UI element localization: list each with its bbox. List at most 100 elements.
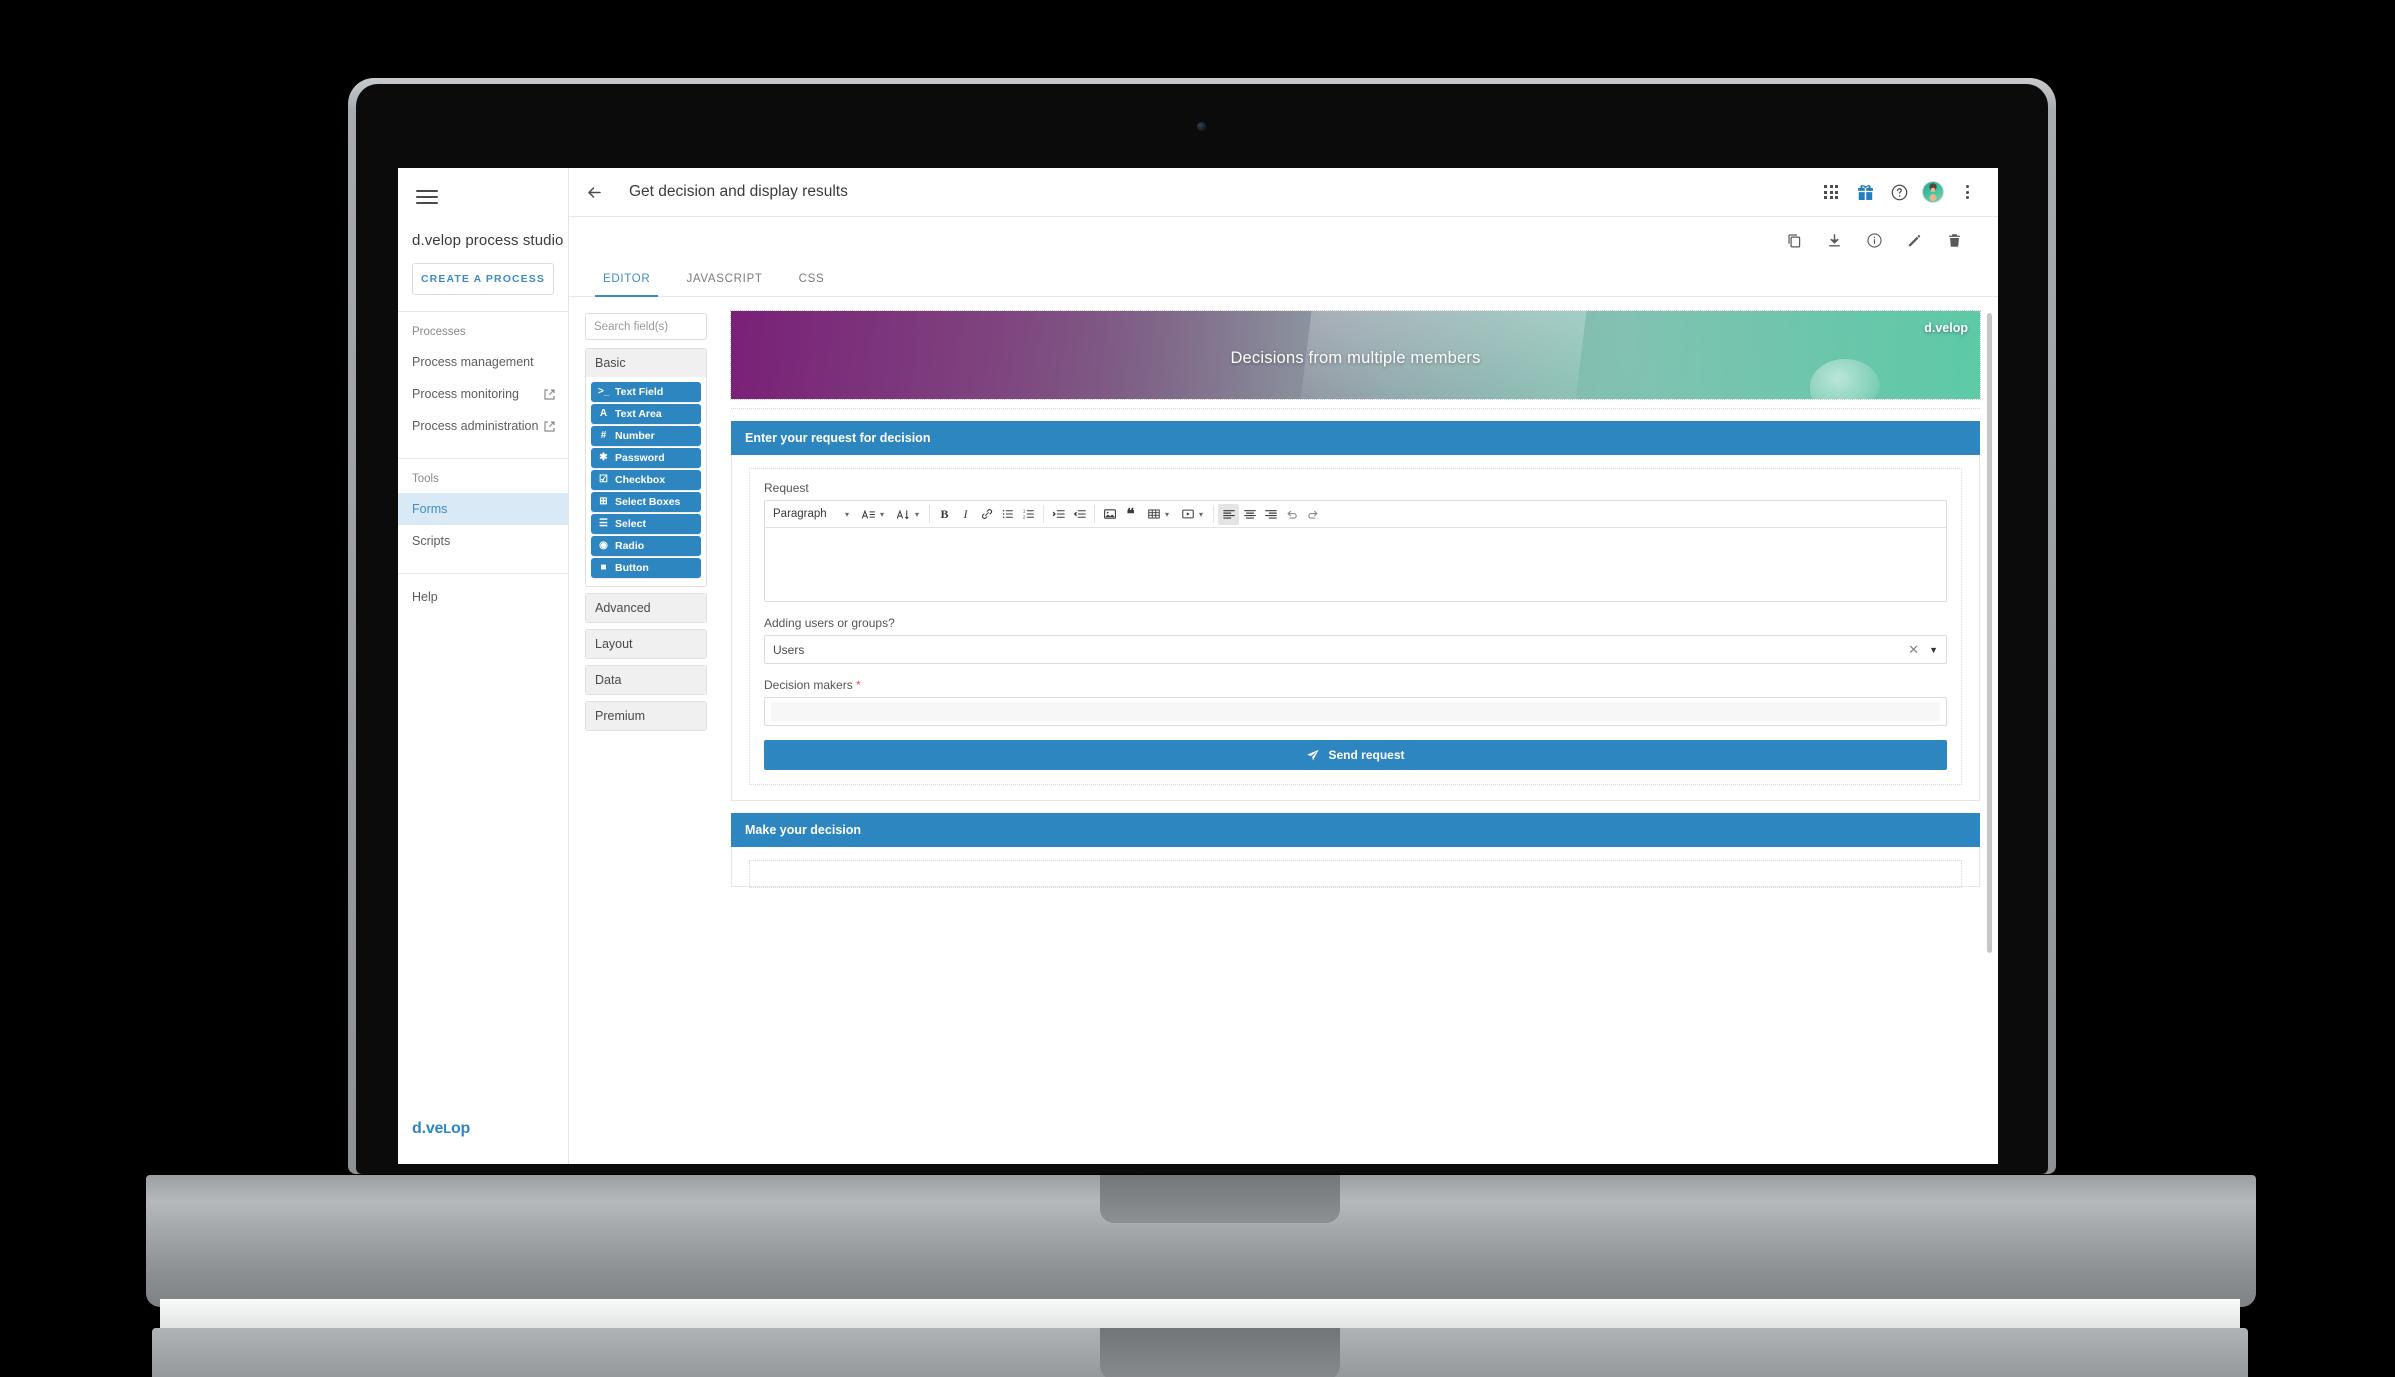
media-dropdown[interactable]: ▾ [1175, 504, 1209, 525]
screen-viewport: d.velop process studio CREATE A PROCESS … [398, 168, 1998, 1164]
outdent-icon[interactable] [1069, 504, 1090, 525]
sidebar-item-label: Scripts [412, 534, 451, 548]
required-asterisk: * [856, 678, 861, 692]
search-input[interactable] [585, 313, 707, 340]
palette-section-header[interactable]: Data [586, 666, 706, 694]
palette-item-text-area[interactable]: A Text Area [591, 404, 701, 424]
palette-item-radio[interactable]: ◉ Radio [591, 536, 701, 556]
sidebar-item-label: Process management [412, 355, 534, 369]
sidebar-item-process-monitoring[interactable]: Process monitoring [398, 378, 568, 410]
sidebar-item-scripts[interactable]: Scripts [398, 525, 568, 557]
palette-item-select-boxes[interactable]: ⊞ Select Boxes [591, 492, 701, 512]
request-field-label: Request [764, 481, 809, 495]
tab-javascript[interactable]: JAVASCRIPT [668, 263, 780, 296]
align-right-icon[interactable] [1260, 504, 1281, 525]
bold-icon[interactable]: B [934, 504, 955, 525]
palette-section-premium: Premium [585, 701, 707, 731]
work-area: Basic >_ Text Field A Text Area [569, 297, 1998, 1164]
blockquote-icon[interactable]: ❝ [1120, 504, 1141, 525]
sidebar-item-process-administration[interactable]: Process administration [398, 410, 568, 442]
indent-icon[interactable] [1048, 504, 1069, 525]
tab-editor[interactable]: EDITOR [585, 263, 668, 297]
download-icon[interactable] [1820, 226, 1848, 254]
font-size-dropdown[interactable]: ▾ [855, 504, 890, 525]
palette-section-header[interactable]: Advanced [586, 594, 706, 622]
sidebar-item-forms[interactable]: Forms [398, 493, 568, 525]
paragraph-style-dropdown[interactable]: Paragraph ▾ [767, 504, 855, 525]
sidebar: d.velop process studio CREATE A PROCESS … [398, 168, 569, 1164]
media-icon [1182, 509, 1194, 519]
align-center-icon[interactable] [1239, 504, 1260, 525]
select-value: Users [773, 642, 805, 657]
svg-text:1: 1 [1022, 508, 1025, 513]
decision-makers-input[interactable] [764, 697, 1947, 726]
palette-section-header[interactable]: Premium [586, 702, 706, 730]
create-process-button[interactable]: CREATE A PROCESS [412, 263, 554, 295]
font-family-dropdown[interactable]: ▾ [890, 504, 925, 525]
logo-prefix: d.ve [412, 1120, 444, 1137]
palette-item-password[interactable]: ✱ Password [591, 448, 701, 468]
image-icon[interactable] [1099, 504, 1120, 525]
numbered-list-icon[interactable]: 1 2 [1018, 504, 1039, 525]
font-family-icon [896, 509, 909, 519]
palette-section-body: >_ Text Field A Text Area # Number ✱ Pas… [586, 377, 706, 586]
edit-pencil-icon[interactable] [1900, 226, 1928, 254]
palette-item-number[interactable]: # Number [591, 426, 701, 446]
clear-icon[interactable]: ✕ [1908, 642, 1919, 658]
svg-text:2: 2 [1022, 515, 1025, 520]
table-dropdown[interactable]: ▾ [1141, 504, 1175, 525]
avatar[interactable] [1916, 175, 1950, 209]
gift-icon[interactable] [1848, 175, 1882, 209]
sidebar-item-process-management[interactable]: Process management [398, 346, 568, 378]
external-link-icon [543, 388, 556, 401]
panel-header[interactable]: Make your decision [731, 813, 1980, 847]
panel-header[interactable]: Enter your request for decision [731, 421, 1980, 455]
palette-section-layout: Layout [585, 629, 707, 659]
kebab-menu-icon[interactable] [1950, 175, 1984, 209]
banner-dvelop-logo: d.velop [1924, 321, 1968, 335]
delete-trash-icon[interactable] [1940, 226, 1968, 254]
rte-content-area[interactable] [765, 528, 1946, 601]
nav-group-tools-label: Tools [412, 473, 439, 485]
nav-group-processes-label: Processes [412, 326, 466, 338]
select-controls: ✕ ▼ [1908, 642, 1938, 658]
rich-text-editor[interactable]: Paragraph ▾ ▾ ▾ B I 1 2 ❝ ▾ ▾ [764, 500, 1947, 602]
redo-icon[interactable] [1302, 504, 1323, 525]
divider [1094, 505, 1096, 523]
send-request-button[interactable]: Send request [764, 740, 1947, 770]
hamburger-icon[interactable] [416, 186, 438, 208]
copy-icon[interactable] [1780, 226, 1808, 254]
palette-item-button[interactable]: ■ Button [591, 558, 701, 578]
align-left-icon[interactable] [1218, 503, 1240, 525]
tab-css[interactable]: CSS [781, 263, 843, 296]
palette-section-header[interactable]: Basic [586, 349, 706, 377]
info-icon[interactable] [1860, 226, 1888, 254]
decision-makers-label: Decision makers * [764, 678, 1947, 692]
vertical-scrollbar[interactable] [1987, 313, 1992, 953]
link-icon[interactable] [976, 504, 997, 525]
decision-makers-label-text: Decision makers [764, 678, 853, 692]
page-title: Get decision and display results [629, 183, 848, 200]
sidebar-item-help[interactable]: Help [398, 574, 568, 613]
palette-item-text-field[interactable]: >_ Text Field [591, 382, 701, 402]
form-canvas: Decisions from multiple members d.velop … [717, 297, 1998, 1164]
laptop-mockup: d.velop process studio CREATE A PROCESS … [0, 0, 2395, 1377]
adding-users-select[interactable]: Users ✕ ▼ [764, 635, 1947, 664]
undo-icon[interactable] [1281, 504, 1302, 525]
bullet-list-icon[interactable] [997, 504, 1018, 525]
palette-section-basic: Basic >_ Text Field A Text Area # Number… [585, 348, 707, 587]
chevron-down-icon: ▾ [844, 509, 849, 519]
italic-icon[interactable]: I [955, 504, 976, 525]
chevron-down-icon: ▾ [1165, 509, 1170, 519]
palette-item-select[interactable]: ☰ Select [591, 514, 701, 534]
apps-grid-icon[interactable] [1814, 175, 1848, 209]
chevron-down-icon[interactable]: ▼ [1929, 645, 1938, 655]
palette-item-label: Text Area [615, 408, 662, 420]
help-circle-icon[interactable] [1882, 175, 1916, 209]
palette-item-checkbox[interactable]: ☑ Checkbox [591, 470, 701, 490]
form-banner[interactable]: Decisions from multiple members d.velop [730, 310, 1981, 400]
external-link-icon [543, 420, 556, 433]
back-arrow-icon[interactable] [585, 183, 609, 202]
radio-icon: ◉ [599, 540, 608, 551]
palette-section-header[interactable]: Layout [586, 630, 706, 658]
